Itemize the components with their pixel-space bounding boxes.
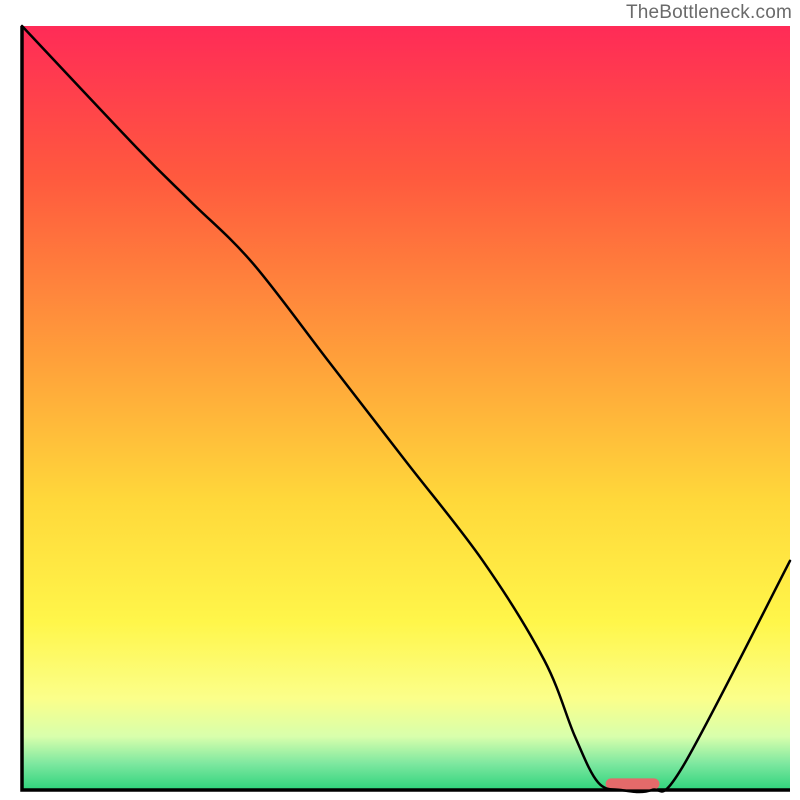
optimal-range-marker xyxy=(606,778,660,789)
bottleneck-chart xyxy=(0,0,800,800)
plot-area xyxy=(22,26,790,792)
chart-container: TheBottleneck.com xyxy=(0,0,800,800)
gradient-background xyxy=(22,26,790,790)
